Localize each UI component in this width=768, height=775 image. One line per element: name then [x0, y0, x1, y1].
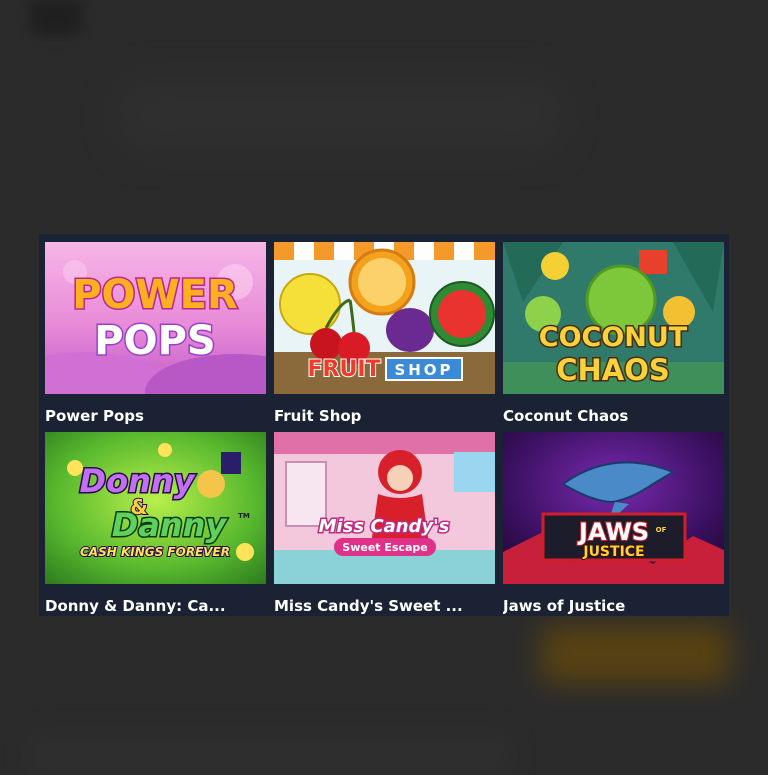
logo-text-line1: JAWS	[577, 518, 649, 546]
game-title[interactable]: Donny & Danny: Ca...	[45, 597, 266, 615]
game-title[interactable]: Jaws of Justice	[503, 597, 724, 615]
logo-text-line1: Miss Candy's	[319, 516, 450, 537]
logo-tagline: CASH KINGS FOREVER	[80, 545, 230, 559]
game-card-jaws-of-justice[interactable]: JAWS OF JUSTICE Jaws of Justice	[503, 432, 724, 618]
game-title[interactable]: Fruit Shop	[274, 407, 495, 425]
miss-candy-artwork: Miss Candy's Sweet Escape	[274, 432, 495, 584]
logo-text-line2: Danny	[112, 506, 228, 544]
game-thumbnail[interactable]: Donny & Danny TM CASH KINGS FOREVER	[45, 432, 266, 584]
logo-text-of: OF	[656, 526, 667, 534]
logo-text-line1: COCONUT	[539, 322, 688, 353]
game-thumbnail[interactable]: Miss Candy's Sweet Escape	[274, 432, 495, 584]
background-gold-button	[540, 624, 730, 684]
game-thumbnail[interactable]: POWER POPS	[45, 242, 266, 394]
game-grid-panel: POWER POPS Power Pops FRUIT SHOP Fruit S…	[39, 234, 729, 616]
game-title[interactable]: Power Pops	[45, 407, 266, 425]
background-logo	[30, 0, 82, 36]
game-card-power-pops[interactable]: POWER POPS Power Pops	[45, 242, 266, 428]
background-bottom-strip	[30, 735, 510, 775]
logo-text-line2: POPS	[94, 318, 215, 364]
game-card-donny-danny[interactable]: Donny & Danny TM CASH KINGS FOREVER Donn…	[45, 432, 266, 618]
game-title[interactable]: Coconut Chaos	[503, 407, 724, 425]
game-card-fruit-shop[interactable]: FRUIT SHOP Fruit Shop	[274, 242, 495, 428]
logo-text-line2: SHOP	[394, 361, 453, 379]
fruit-shop-artwork: FRUIT SHOP	[274, 242, 495, 394]
jaws-of-justice-artwork: JAWS OF JUSTICE	[503, 432, 724, 584]
logo-text-line1: POWER	[72, 272, 238, 318]
game-thumbnail[interactable]: COCONUT CHAOS	[503, 242, 724, 394]
game-thumbnail[interactable]: JAWS OF JUSTICE	[503, 432, 724, 584]
game-thumbnail[interactable]: FRUIT SHOP	[274, 242, 495, 394]
game-title[interactable]: Miss Candy's Sweet ...	[274, 597, 495, 615]
power-pops-artwork: POWER POPS	[45, 242, 266, 394]
donny-danny-artwork: Donny & Danny TM CASH KINGS FOREVER	[45, 432, 266, 584]
game-card-miss-candy[interactable]: Miss Candy's Sweet Escape Miss Candy's S…	[274, 432, 495, 618]
logo-text-line1: FRUIT	[307, 357, 380, 382]
background-banner	[120, 80, 560, 150]
logo-text-line2: CHAOS	[556, 353, 670, 387]
game-card-coconut-chaos[interactable]: COCONUT CHAOS Coconut Chaos	[503, 242, 724, 428]
logo-text-line2: JUSTICE	[582, 544, 644, 560]
logo-text-line2: Sweet Escape	[342, 541, 427, 554]
logo-trademark: TM	[238, 512, 250, 520]
coconut-chaos-artwork: COCONUT CHAOS	[503, 242, 724, 394]
